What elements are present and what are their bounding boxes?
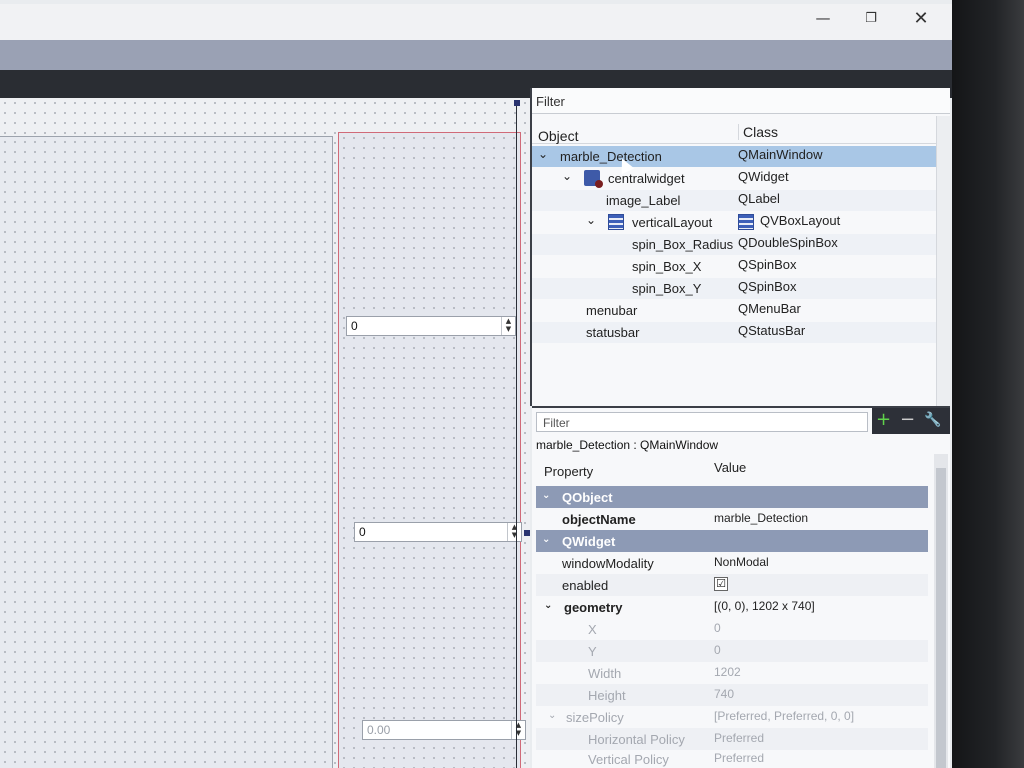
tree-object: spin_Box_Radius (632, 237, 734, 252)
chevron-down-icon[interactable]: ⌄ (548, 710, 556, 721)
widget-icon (584, 170, 603, 188)
vertical-layout-frame[interactable] (338, 132, 521, 768)
object-tree-scrollbar[interactable] (936, 116, 950, 406)
tree-row-spin-box-radius[interactable]: spin_Box_Radius QDoubleSpinBox (532, 234, 936, 255)
tree-object: menubar (586, 303, 638, 318)
chevron-down-icon[interactable]: ⌄ (542, 490, 550, 501)
designer-screen: — ❐ ✕ 0 ▲ ▼ 0 ▲ ▼ 0.00 ▲ ▼ Filter Object Cl… (0, 0, 952, 768)
tree-object: verticalLayout (632, 215, 713, 230)
image-label-widget[interactable] (0, 136, 333, 768)
property-row-geometry[interactable]: ⌄ geometry [(0, 0), 1202 x 740] (536, 596, 928, 618)
tree-row-image-label[interactable]: image_Label QLabel (532, 190, 936, 211)
spin-arrows-icon[interactable]: ▲ ▼ (507, 523, 521, 541)
add-property-icon[interactable]: + (876, 408, 891, 432)
property-row-vertical-policy[interactable]: Vertical Policy Preferred (536, 748, 928, 768)
tree-class: QSpinBox (738, 257, 797, 272)
column-class: Class (738, 124, 778, 140)
property-filter-input[interactable]: Filter (536, 412, 868, 432)
object-filter[interactable]: Filter (532, 88, 950, 114)
property-row-y[interactable]: Y 0 (536, 640, 928, 662)
property-row-horizontal-policy[interactable]: Horizontal Policy Preferred (536, 728, 928, 750)
spin-box-y-value: 0 (359, 525, 366, 539)
column-property: Property (544, 464, 594, 479)
column-value: Value (714, 460, 747, 475)
toolbar-area (0, 40, 952, 70)
tree-row-menubar[interactable]: menubar QMenuBar (532, 300, 936, 321)
remove-property-icon[interactable]: − (900, 408, 915, 432)
property-row-enabled[interactable]: enabled ☑ (536, 574, 928, 596)
resize-handle[interactable] (514, 100, 520, 106)
property-row-height[interactable]: Height 740 (536, 684, 928, 706)
tree-row-spin-box-y[interactable]: spin_Box_Y QSpinBox (532, 278, 936, 299)
tree-object: image_Label (606, 193, 681, 208)
maximize-button[interactable]: ❐ (848, 4, 894, 32)
spin-box-radius-value: 0.00 (367, 723, 391, 737)
column-object: Object (538, 128, 579, 144)
selected-object-caption: marble_Detection : QMainWindow (536, 438, 719, 452)
property-row-windowmodality[interactable]: windowModality NonModal (536, 552, 928, 574)
tree-class: QStatusBar (738, 323, 806, 338)
title-bar: — ❐ ✕ (0, 4, 952, 40)
tree-row-centralwidget[interactable]: ⌄ centralwidget QWidget (532, 168, 936, 189)
tree-object: spin_Box_Y (632, 281, 702, 296)
section-qwidget[interactable]: ⌄ QWidget (536, 530, 928, 552)
spin-box-x-value: 0 (351, 319, 358, 333)
tree-class: QMainWindow (738, 147, 823, 162)
property-row-sizepolicy[interactable]: ⌄ sizePolicy [Preferred, Preferred, 0, 0… (536, 706, 928, 728)
spin-arrows-icon[interactable]: ▲ ▼ (501, 317, 515, 335)
tree-class: QSpinBox (738, 279, 797, 294)
tree-class: QVBoxLayout (760, 213, 841, 228)
configure-icon[interactable]: 🔧 (924, 408, 941, 432)
minimize-button[interactable]: — (800, 4, 846, 32)
form-canvas[interactable]: 0 ▲ ▼ 0 ▲ ▼ 0.00 ▲ ▼ (0, 98, 530, 768)
tree-class: QDoubleSpinBox (738, 235, 838, 250)
spin-box-y[interactable]: 0 ▲ ▼ (354, 522, 522, 542)
tree-row-vertical-layout[interactable]: ⌄ verticalLayout QVBoxLayout (532, 212, 936, 233)
resize-handle[interactable] (524, 530, 530, 536)
section-qobject[interactable]: ⌄ QObject (536, 486, 928, 508)
monitor-bezel-right (952, 0, 1024, 768)
spin-arrows-icon[interactable]: ▲ ▼ (511, 721, 525, 739)
chevron-down-icon[interactable]: ⌄ (538, 147, 548, 161)
tree-object: centralwidget (608, 171, 685, 186)
object-inspector: Filter Object Class ⌄ marble_Detection Q… (530, 88, 950, 406)
property-row-width[interactable]: Width 1202 (536, 662, 928, 684)
tree-object: marble_Detection (560, 149, 662, 164)
layout-icon (608, 214, 624, 230)
tree-class: QWidget (738, 169, 789, 184)
tree-object: spin_Box_X (632, 259, 702, 274)
property-row-x[interactable]: X 0 (536, 618, 928, 640)
property-header: Property Value (532, 458, 932, 482)
property-scrollbar[interactable] (934, 454, 948, 768)
spin-box-x[interactable]: 0 ▲ ▼ (346, 316, 516, 336)
tree-row-spin-box-x[interactable]: spin_Box_X QSpinBox (532, 256, 936, 277)
tree-row-marble-detection[interactable]: ⌄ marble_Detection QMainWindow (532, 146, 936, 167)
enabled-checkbox[interactable]: ☑ (714, 577, 728, 591)
tree-row-statusbar[interactable]: statusbar QStatusBar (532, 322, 936, 343)
chevron-down-icon[interactable]: ⌄ (562, 169, 572, 183)
chevron-down-icon[interactable]: ⌄ (542, 534, 550, 545)
property-row-objectname[interactable]: objectName marble_Detection (536, 508, 928, 530)
chevron-down-icon[interactable]: ⌄ (586, 213, 596, 227)
chevron-down-icon[interactable]: ⌄ (544, 600, 552, 611)
object-tree-header: Object Class (532, 116, 936, 144)
form-right-edge (516, 102, 517, 768)
tree-object: statusbar (586, 325, 640, 340)
property-toolbar: + − 🔧 (872, 408, 950, 434)
scrollbar-thumb[interactable] (936, 468, 946, 768)
property-editor: Filter + − 🔧 marble_Detection : QMainWin… (532, 406, 950, 768)
tree-class: QLabel (738, 191, 780, 206)
tree-class: QMenuBar (738, 301, 801, 316)
layout-icon (738, 214, 754, 230)
close-button[interactable]: ✕ (898, 4, 944, 32)
spin-box-radius[interactable]: 0.00 ▲ ▼ (362, 720, 526, 740)
